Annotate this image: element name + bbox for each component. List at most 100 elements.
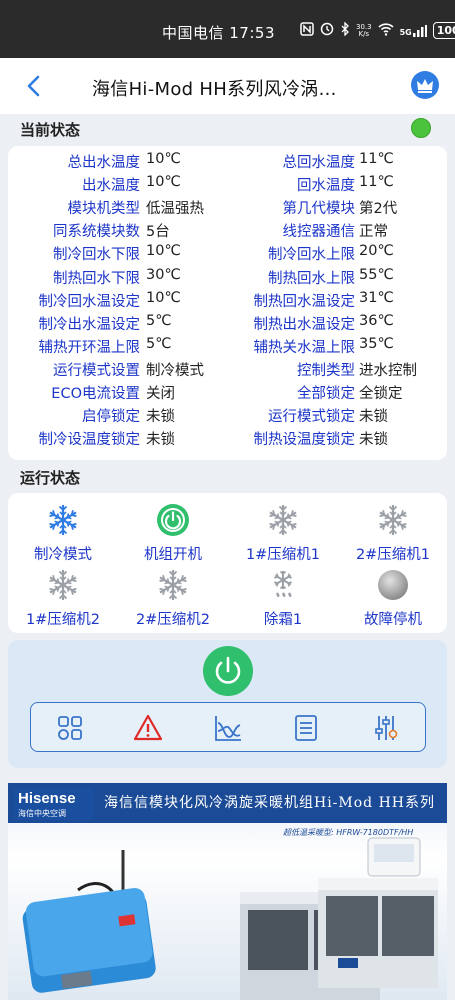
param-row: ECO电流设置 关闭 全部锁定 全锁定 [8, 382, 447, 405]
param-label: ECO电流设置 [51, 386, 140, 402]
bluetooth-icon [340, 21, 350, 39]
param-value: 5台 [146, 224, 170, 241]
run-state-item: 1#压缩机2 [8, 568, 118, 629]
defrost-icon [274, 570, 292, 597]
current-state-label: 当前状态 [20, 121, 81, 139]
param-label: 制热回水下限 [53, 270, 140, 287]
snowflake-icon [269, 505, 297, 535]
param-label: 线控器通信 [282, 224, 356, 241]
param-label: 辅热关水温上限 [253, 339, 356, 356]
param-row: 制冷出水温设定 5℃ 制热出水温设定 36℃ [8, 313, 447, 336]
param-row: 总出水温度 10℃ 总回水温度 11℃ [8, 151, 447, 174]
param-value: 30℃ [146, 266, 181, 283]
list-icon[interactable] [291, 713, 321, 743]
param-value: 11℃ [359, 174, 394, 191]
parameters-card: 总出水温度 10℃ 总回水温度 11℃ 出水温度 10℃ 回水温度 11℃ 模块机类型 低温强热 第… [8, 146, 447, 460]
alarm-icon [320, 22, 334, 39]
param-value: 11℃ [359, 151, 394, 167]
param-value: 10℃ [146, 289, 181, 306]
param-value: 10℃ [146, 151, 181, 167]
param-label: 制热出水温设定 [253, 316, 356, 333]
sliders-icon[interactable] [371, 713, 401, 743]
param-label: 出水温度 [82, 178, 140, 195]
param-label: 制冷回水下限 [53, 247, 140, 264]
product-banner[interactable]: Hisense 海信中央空调 海信信模块化风冷涡旋采暖机组Hi-Mod HH系列… [8, 783, 447, 1000]
snowflake-icon [159, 570, 187, 600]
param-value: 未锁 [146, 432, 175, 449]
param-row: 运行模式设置 制冷模式 控制类型 进水控制 [8, 359, 447, 382]
param-value: 31℃ [359, 289, 394, 306]
nfc-icon [300, 22, 314, 39]
function-toolbar [30, 702, 426, 752]
param-label: 总出水温度 [67, 155, 141, 171]
run-state-label: 2#压缩机1 [355, 547, 431, 563]
wifi-icon [378, 22, 394, 39]
power-button[interactable] [203, 646, 253, 696]
param-value: 10℃ [146, 243, 181, 260]
net-speed: 30.3 K/s [356, 23, 372, 38]
product-illustration [22, 837, 438, 1000]
param-value: 5℃ [146, 312, 172, 329]
run-state-label: 除霜1 [263, 612, 303, 628]
param-row: 制热回水下限 30℃ 制热回水上限 55℃ [8, 267, 447, 290]
chart-icon[interactable] [213, 713, 243, 743]
param-label: 第几代模块 [282, 201, 356, 218]
brand-subtitle: 海信中央空调 [18, 809, 66, 818]
app-header: 海信Hi-Mod HH系列风冷涡... [0, 58, 455, 114]
signal-icon: 5G [399, 24, 427, 37]
param-label: 制冷回水温设定 [38, 293, 141, 310]
param-label: 模块机类型 [67, 201, 141, 218]
param-row: 制冷设温度锁定 未锁 制热设温度锁定 未锁 [8, 428, 447, 451]
param-label: 制热回水上限 [268, 270, 355, 287]
run-state-item: 机组开机 [118, 503, 228, 564]
run-state-item: 故障停机 [338, 568, 448, 629]
param-label: 启停锁定 [82, 409, 140, 426]
power-icon [157, 504, 189, 536]
param-label: 制热回水温设定 [253, 293, 356, 310]
param-label: 运行模式设置 [53, 362, 140, 379]
param-value: 10℃ [146, 174, 181, 191]
net-speed-unit: K/s [358, 29, 370, 38]
control-panel [8, 640, 447, 768]
run-state-item: 2#压缩机2 [118, 568, 228, 629]
fault-icon [378, 570, 408, 600]
param-label: 制冷出水温设定 [38, 316, 141, 333]
run-state-item: 1#压缩机1 [228, 503, 338, 564]
run-state-label: 1#压缩机1 [245, 547, 321, 563]
param-label: 辅热开环温上限 [38, 339, 141, 356]
param-label: 全部锁定 [297, 386, 355, 402]
warning-icon[interactable] [133, 713, 163, 743]
param-row: 启停锁定 未锁 运行模式锁定 未锁 [8, 405, 447, 428]
param-label: 总回水温度 [282, 155, 356, 171]
param-value: 第2代 [359, 201, 398, 218]
param-value: 全锁定 [359, 386, 403, 402]
param-row: 制冷回水温设定 10℃ 制热回水温设定 31℃ [8, 290, 447, 313]
param-label: 运行模式锁定 [268, 409, 355, 426]
back-arrow-icon[interactable] [22, 72, 46, 100]
banner-title: 海信信模块化风冷涡旋采暖机组Hi-Mod HH系列 [104, 795, 436, 811]
param-value: 未锁 [359, 409, 388, 426]
param-row: 模块机类型 低温强热 第几代模块 第2代 [8, 197, 447, 220]
param-row: 出水温度 10℃ 回水温度 11℃ [8, 174, 447, 197]
signal-label: 5G [399, 27, 412, 37]
snowflake-icon [379, 505, 407, 535]
param-value: 未锁 [146, 409, 175, 426]
grid-icon[interactable] [55, 713, 85, 743]
param-label: 控制类型 [297, 362, 355, 379]
param-value: 低温强热 [146, 201, 204, 218]
param-value: 35℃ [359, 335, 394, 352]
param-value: 制冷模式 [146, 362, 204, 379]
param-value: 关闭 [146, 386, 175, 402]
param-row: 辅热开环温上限 5℃ 辅热关水温上限 35℃ [8, 336, 447, 359]
run-state-label: 制冷模式 [34, 547, 92, 563]
hisense-logo: Hisense 海信中央空调 [14, 788, 94, 820]
run-state-card: 制冷模式 机组开机 1#压缩机1 2#压缩机1 1#压缩机2 2#压缩机2 除霜1 故障停机 [8, 493, 447, 633]
snowflake-icon [49, 570, 77, 600]
run-state-item: 除霜1 [228, 568, 338, 629]
run-state-item: 2#压缩机1 [338, 503, 448, 564]
battery-level: 100 [432, 22, 455, 39]
crown-icon[interactable] [411, 71, 439, 99]
run-state-item: 制冷模式 [8, 503, 118, 564]
page-title: 海信Hi-Mod HH系列风冷涡... [92, 79, 337, 100]
run-state-label: 2#压缩机2 [135, 612, 211, 628]
